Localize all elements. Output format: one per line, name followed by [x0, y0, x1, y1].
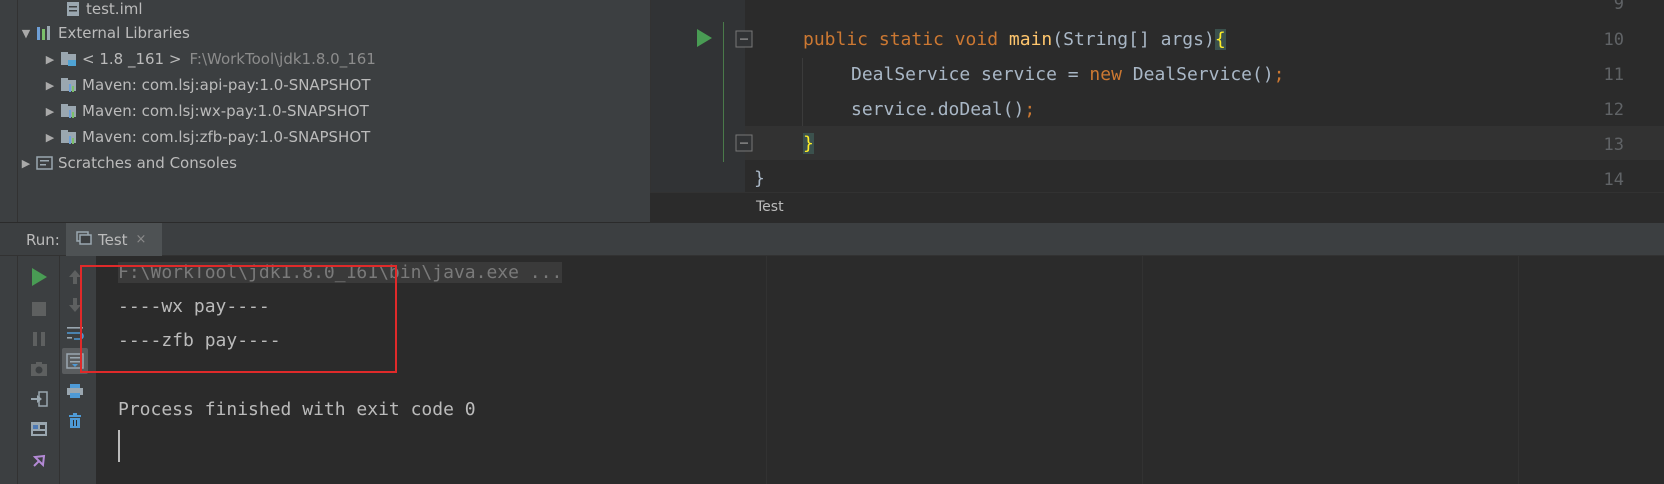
tree-item-label: Maven: com.lsj:zfb-pay:1.0-SNAPSHOT — [82, 128, 371, 146]
tree-item-maven-zfb-pay[interactable]: ▶ Maven: com.lsj:zfb-pay:1.0-SNAPSHOT — [42, 124, 371, 150]
code-token: } — [754, 168, 765, 189]
tree-item-label: test.iml — [86, 0, 143, 18]
chevron-right-icon[interactable]: ▶ — [42, 131, 58, 144]
fold-collapse-icon[interactable] — [735, 134, 753, 156]
tree-item-label: Scratches and Consoles — [58, 154, 237, 172]
rerun-icon[interactable] — [26, 264, 52, 290]
maven-library-icon — [58, 76, 80, 94]
line-number: 14 — [1603, 170, 1624, 190]
tree-item-jdk[interactable]: ▶ < 1.8 _161 > F:\WorkTool\jdk1.8.0_161 — [42, 46, 376, 72]
left-tool-strip — [0, 0, 18, 222]
annotation-highlight-box — [80, 265, 397, 373]
pin-icon[interactable] — [26, 448, 52, 474]
print-icon[interactable] — [62, 378, 88, 404]
tree-item-external-libraries[interactable]: ▼ External Libraries — [18, 20, 190, 46]
camera-icon[interactable] — [26, 356, 52, 382]
run-config-icon — [76, 230, 92, 249]
project-tree-panel: test.iml ▼ External Libraries ▶ < 1.8 _1… — [0, 0, 650, 222]
code-token: (String[] args) — [1052, 29, 1215, 50]
code-token: } — [803, 133, 814, 154]
run-tool-window-header: Run: Test × — [0, 222, 1664, 256]
code-line-13: } — [803, 133, 814, 154]
code-line-10: public static void main(String[] args){ — [803, 29, 1226, 50]
text-caret — [118, 430, 120, 462]
line-number: 10 — [1603, 30, 1624, 50]
tree-item-label: Maven: com.lsj:wx-pay:1.0-SNAPSHOT — [82, 102, 369, 120]
line-number: 9 — [1613, 0, 1624, 14]
console-exit-line: Process finished with exit code 0 — [118, 399, 476, 420]
line-number: 12 — [1603, 100, 1624, 120]
tab-test[interactable]: Test × — [66, 223, 162, 256]
code-token: ; — [1273, 64, 1285, 85]
jdk-icon — [58, 50, 80, 68]
tree-item-label: Maven: com.lsj:api-pay:1.0-SNAPSHOT — [82, 76, 371, 94]
code-token: ; — [1024, 99, 1036, 120]
login-icon[interactable] — [26, 386, 52, 412]
line-number: 13 — [1603, 135, 1624, 155]
chevron-right-icon[interactable]: ▶ — [18, 157, 34, 170]
code-line-14: } — [754, 168, 765, 189]
run-toolbar-primary — [18, 256, 60, 484]
trash-icon[interactable] — [62, 408, 88, 434]
code-token: DealService service = — [851, 64, 1090, 85]
breadcrumb[interactable]: Test — [650, 192, 1664, 222]
chevron-right-icon[interactable]: ▶ — [42, 79, 58, 92]
tree-item-path: F:\WorkTool\jdk1.8.0_161 — [189, 50, 376, 68]
tree-item-test-iml[interactable]: test.iml — [62, 0, 143, 22]
tree-item-maven-api-pay[interactable]: ▶ Maven: com.lsj:api-pay:1.0-SNAPSHOT — [42, 72, 371, 98]
chevron-down-icon[interactable]: ▼ — [18, 27, 34, 40]
code-token: { — [1214, 29, 1226, 50]
code-token: public static void — [803, 29, 1009, 50]
tree-item-label: External Libraries — [58, 24, 190, 42]
tree-item-label: < 1.8 _161 > — [82, 50, 182, 68]
divider — [1142, 256, 1143, 484]
close-icon[interactable]: × — [136, 232, 147, 247]
breadcrumb-item[interactable]: Test — [756, 199, 784, 215]
indent-guide — [802, 58, 803, 126]
code-line-12: service.doDeal(); — [851, 99, 1035, 120]
maven-library-icon — [58, 102, 80, 120]
code-token: DealService() — [1132, 64, 1274, 85]
fold-collapse-icon[interactable] — [735, 30, 753, 52]
run-main-icon[interactable] — [695, 28, 713, 52]
maven-library-icon — [58, 128, 80, 146]
code-token: service.doDeal() — [851, 99, 1025, 120]
left-tool-strip — [0, 256, 18, 484]
line-number: 11 — [1603, 65, 1624, 85]
code-editor[interactable]: 9 10 11 12 13 14 public static void main… — [650, 0, 1664, 192]
code-token: new — [1089, 64, 1133, 85]
chevron-right-icon[interactable]: ▶ — [42, 53, 58, 66]
run-label: Run: — [26, 231, 60, 249]
code-token: main — [1008, 29, 1053, 50]
pause-icon[interactable] — [26, 326, 52, 352]
tree-item-maven-wx-pay[interactable]: ▶ Maven: com.lsj:wx-pay:1.0-SNAPSHOT — [42, 98, 369, 124]
code-line-11: DealService service = new DealService(); — [851, 64, 1285, 85]
divider — [766, 256, 767, 484]
tab-label: Test — [98, 230, 128, 249]
tree-item-scratches[interactable]: ▶ Scratches and Consoles — [18, 150, 237, 176]
scratches-icon — [34, 154, 56, 172]
library-icon — [34, 24, 56, 42]
divider — [1518, 256, 1519, 484]
current-line-highlight — [745, 126, 1664, 160]
layout-icon[interactable] — [26, 416, 52, 442]
stop-icon[interactable] — [26, 296, 52, 322]
change-marker — [723, 22, 724, 162]
file-icon — [62, 0, 84, 18]
chevron-right-icon[interactable]: ▶ — [42, 105, 58, 118]
